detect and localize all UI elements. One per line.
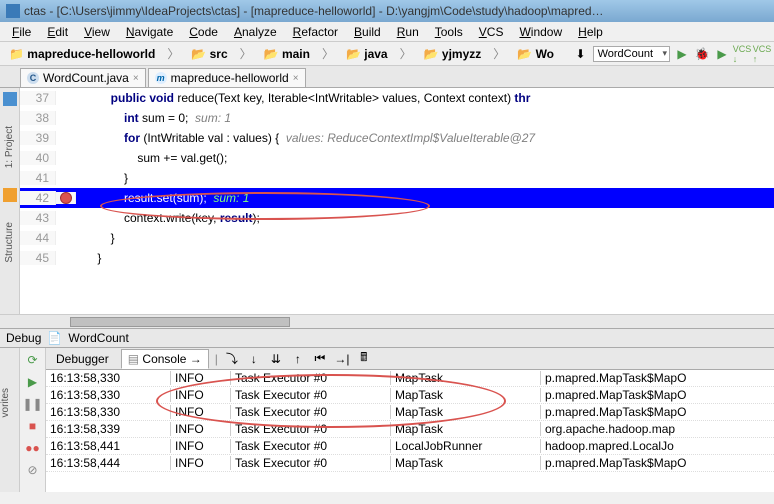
debug-controls: ⟳ ▶ ❚❚ ■ ●● ⊘: [20, 348, 46, 492]
left-tool-strip[interactable]: 1: Project Structure: [0, 88, 20, 314]
mute-breakpoints-icon[interactable]: ⊘: [25, 462, 41, 478]
close-icon[interactable]: ×: [133, 73, 139, 84]
evaluate-icon[interactable]: 🖩: [356, 351, 372, 367]
menu-help[interactable]: Help: [570, 23, 611, 41]
vcs-update-icon[interactable]: VCS↓: [734, 46, 750, 62]
close-icon[interactable]: ×: [293, 73, 299, 84]
favorites-label[interactable]: vorites: [0, 388, 11, 417]
scrollbar-thumb[interactable]: [70, 317, 290, 327]
menu-view[interactable]: View: [76, 23, 118, 41]
console-row: 16:13:58,441INFOTask Executor #0LocalJob…: [46, 438, 774, 455]
window-title: ctas - [C:\Users\jimmy\IdeaProjects\ctas…: [24, 4, 604, 18]
code-line[interactable]: 42 result.set(sum); sum: 1: [20, 188, 774, 208]
menu-window[interactable]: Window: [511, 23, 570, 41]
code-line[interactable]: 40 sum += val.get();: [20, 148, 774, 168]
menu-refactor[interactable]: Refactor: [285, 23, 346, 41]
code-line[interactable]: 39 for (IntWritable val : values) { valu…: [20, 128, 774, 148]
structure-tool-label[interactable]: Structure: [4, 222, 15, 263]
debug-tool-bar[interactable]: Debug 📄 WordCount: [0, 328, 774, 348]
toolbar: 📁 mapreduce-helloworld〉📂 src〉📂 main〉📂 ja…: [0, 42, 774, 66]
editor-scrollbar[interactable]: [0, 314, 774, 328]
make-icon[interactable]: ⬇: [573, 46, 589, 62]
menu-edit[interactable]: Edit: [39, 23, 76, 41]
console-row: 16:13:58,330INFOTask Executor #0MapTaskp…: [46, 387, 774, 404]
breadcrumb-item[interactable]: 📁 mapreduce-helloworld: [4, 45, 160, 63]
menu-build[interactable]: Build: [346, 23, 389, 41]
step-over-icon[interactable]: ⤵: [224, 351, 240, 367]
project-tool-label[interactable]: 1: Project: [4, 126, 15, 168]
code-line[interactable]: 44 }: [20, 228, 774, 248]
menu-tools[interactable]: Tools: [427, 23, 471, 41]
menu-analyze[interactable]: Analyze: [226, 23, 285, 41]
app-icon: [6, 4, 20, 18]
breadcrumb-item[interactable]: 📂 src: [186, 45, 232, 63]
code-line[interactable]: 45 }: [20, 248, 774, 268]
breadcrumb-item[interactable]: 📂 main: [259, 45, 315, 63]
code-line[interactable]: 43 context.write(key, result);: [20, 208, 774, 228]
breakpoint-icon[interactable]: [60, 192, 72, 204]
console-output[interactable]: 16:13:58,330INFOTask Executor #0MapTaskp…: [46, 370, 774, 492]
console-row: 16:13:58,444INFOTask Executor #0MapTaskp…: [46, 455, 774, 472]
run-coverage-icon[interactable]: ▶: [714, 46, 730, 62]
debug-target: WordCount: [68, 331, 128, 345]
code-line[interactable]: 37 public void reduce(Text key, Iterable…: [20, 88, 774, 108]
menu-navigate[interactable]: Navigate: [118, 23, 181, 41]
code-editor[interactable]: 37 public void reduce(Text key, Iterable…: [20, 88, 774, 314]
run-config-select[interactable]: WordCount: [593, 46, 670, 62]
code-line[interactable]: 38 int sum = 0; sum: 1: [20, 108, 774, 128]
debug-tabs: Debugger ▤ Console → | ⤵ ↓ ⇊ ↑ ⏮ →| 🖩: [46, 348, 774, 370]
breadcrumb-item[interactable]: 📂 java: [341, 45, 393, 63]
step-out-icon[interactable]: ↑: [290, 351, 306, 367]
editor-tab[interactable]: CWordCount.java×: [20, 68, 146, 87]
menu-vcs[interactable]: VCS: [471, 23, 512, 41]
breadcrumb[interactable]: 📁 mapreduce-helloworld〉📂 src〉📂 main〉📂 ja…: [4, 43, 559, 64]
console-row: 16:13:58,330INFOTask Executor #0MapTaskp…: [46, 370, 774, 387]
menu-code[interactable]: Code: [181, 23, 226, 41]
structure-tool-icon[interactable]: [3, 188, 17, 202]
menu-bar[interactable]: FileEditViewNavigateCodeAnalyzeRefactorB…: [0, 22, 774, 42]
breadcrumb-item[interactable]: 📂 Wo: [512, 45, 559, 63]
menu-file[interactable]: File: [4, 23, 39, 41]
project-tool-icon[interactable]: [3, 92, 17, 106]
debug-label: Debug: [6, 331, 41, 345]
editor-tab[interactable]: mmapreduce-helloworld×: [148, 68, 306, 87]
code-line[interactable]: 41 }: [20, 168, 774, 188]
rerun-icon[interactable]: ⟳: [25, 352, 41, 368]
console-tab[interactable]: ▤ Console →: [121, 349, 209, 369]
resume-icon[interactable]: ▶: [25, 374, 41, 390]
console-row: 16:13:58,339INFOTask Executor #0MapTasko…: [46, 421, 774, 438]
menu-run[interactable]: Run: [389, 23, 427, 41]
run-icon[interactable]: ▶: [674, 46, 690, 62]
drop-frame-icon[interactable]: ⏮: [312, 351, 328, 367]
pause-icon[interactable]: ❚❚: [25, 396, 41, 412]
console-row: 16:13:58,330INFOTask Executor #0MapTaskp…: [46, 404, 774, 421]
force-step-into-icon[interactable]: ⇊: [268, 351, 284, 367]
stop-icon[interactable]: ■: [25, 418, 41, 434]
debug-icon[interactable]: 🐞: [694, 46, 710, 62]
step-into-icon[interactable]: ↓: [246, 351, 262, 367]
view-breakpoints-icon[interactable]: ●●: [25, 440, 41, 456]
title-bar: ctas - [C:\Users\jimmy\IdeaProjects\ctas…: [0, 0, 774, 22]
debug-left-strip: vorites: [0, 348, 20, 492]
breadcrumb-item[interactable]: 📂 yjmyzz: [419, 45, 487, 63]
vcs-commit-icon[interactable]: VCS↑: [754, 46, 770, 62]
run-to-cursor-icon[interactable]: →|: [334, 351, 350, 367]
editor-tabs: CWordCount.java×mmapreduce-helloworld×: [0, 66, 774, 88]
debugger-tab[interactable]: Debugger: [50, 350, 115, 368]
